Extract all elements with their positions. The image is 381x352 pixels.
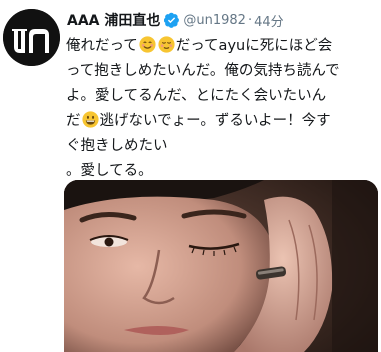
tweet-line-5: ぐ抱きしめたい [66, 138, 168, 154]
avatar[interactable] [3, 9, 60, 66]
grinning-face-icon [81, 111, 99, 128]
verified-badge-icon [164, 12, 180, 28]
selfie-photo-image [64, 180, 378, 352]
user-handle[interactable]: @un1982 [183, 13, 246, 28]
tweet-line-2: って抱きしめたいんだ。俺の気持ち読んで [66, 63, 340, 79]
timestamp[interactable]: 44分 [254, 11, 284, 30]
tweet-line-1: 俺れだって だってayuに死にほど会 [66, 36, 333, 54]
tweet-header: AAA 浦田直也 @un1982 · 44分 [67, 9, 284, 31]
tweet-line-4: だ逃げないでょー。ずるいよー！今す [66, 111, 331, 129]
tweet-text: 俺れだって だってayuに死にほど会 って抱きしめたいんだ。俺の気持ち読んで よ。… [66, 34, 376, 184]
tweet-line-3: よ。愛してるんだ、とにたく会いたいん [66, 88, 327, 104]
relieved-face-icon [158, 36, 175, 53]
display-name[interactable]: AAA 浦田直也 [67, 10, 160, 30]
smiling-face-icon [139, 36, 156, 53]
separator-dot: · [247, 12, 253, 28]
tweet-photo[interactable] [64, 180, 378, 352]
un-logo-avatar-icon [3, 9, 60, 66]
